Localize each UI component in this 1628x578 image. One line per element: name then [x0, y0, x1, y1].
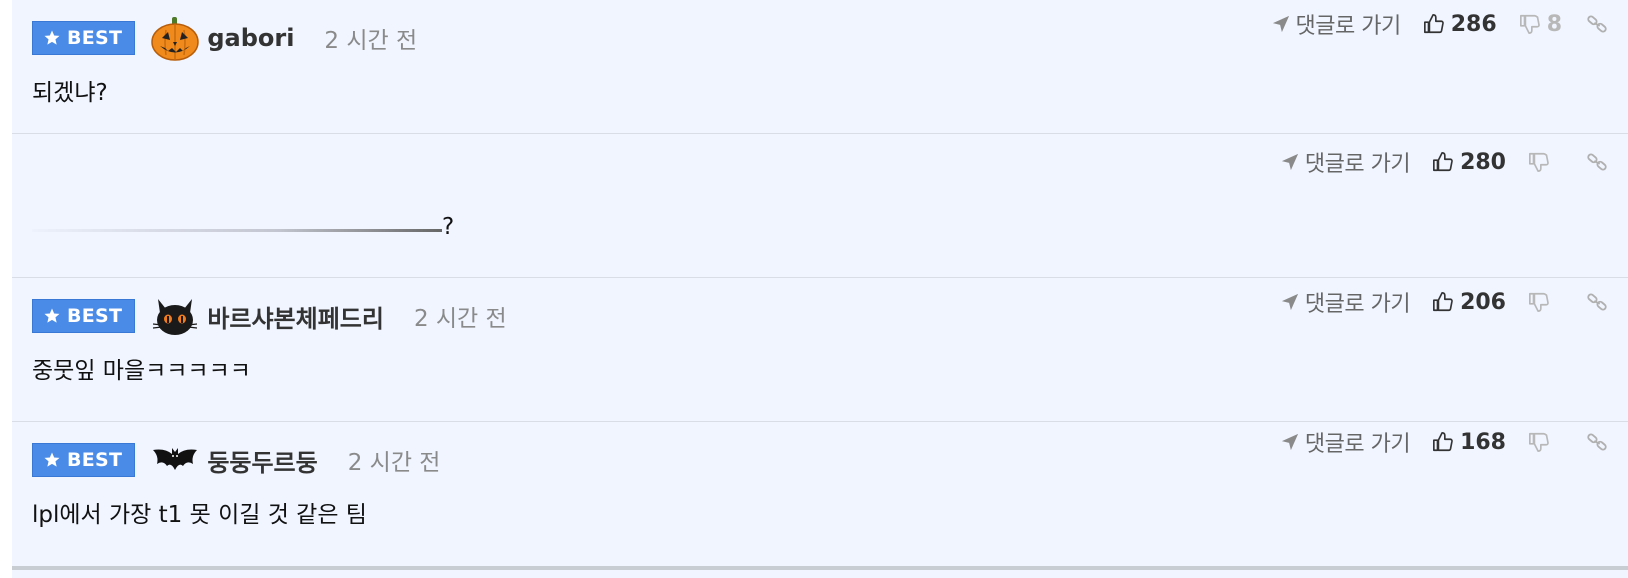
comment-item: BEST 바르샤본체페드리 2 시간 전 중뭇잎 마을ㅋㅋㅋㅋㅋ 댓글로 가기 …	[12, 278, 1628, 422]
copy-link-button[interactable]	[1586, 291, 1608, 313]
like-count: 286	[1450, 11, 1497, 37]
blurred-text	[32, 229, 442, 232]
goto-comment-label: 댓글로 가기	[1304, 432, 1411, 457]
link-icon	[1587, 433, 1607, 451]
comment-text-visible: ?	[442, 214, 455, 240]
like-button[interactable]: 168	[1432, 430, 1506, 455]
goto-comment-label: 댓글로 가기	[1304, 292, 1411, 317]
comment-actions: 댓글로 가기 206	[1281, 282, 1608, 322]
best-badge-label: BEST	[67, 305, 123, 327]
best-badge: BEST	[32, 299, 136, 333]
goto-comment-label: 댓글로 가기	[1304, 152, 1411, 177]
thumbs-up-icon	[1433, 432, 1453, 452]
thumbs-down-icon	[1529, 152, 1549, 172]
dislike-count: 8	[1546, 11, 1562, 37]
star-icon	[44, 308, 60, 323]
goto-comment-link[interactable]: 댓글로 가기	[1281, 286, 1411, 318]
best-badge: BEST	[32, 443, 136, 477]
send-arrow-icon	[1281, 433, 1298, 451]
send-arrow-icon	[1281, 293, 1298, 311]
dislike-button[interactable]	[1528, 431, 1562, 453]
black-cat-icon[interactable]	[149, 292, 201, 340]
comment-header: BEST 둥둥두르둥 2 시간 전	[32, 440, 440, 480]
best-badge-label: BEST	[67, 449, 123, 471]
goto-comment-label: 댓글로 가기	[1295, 14, 1402, 39]
thumbs-down-icon	[1529, 432, 1549, 452]
like-button[interactable]: 206	[1432, 290, 1506, 315]
link-icon	[1587, 15, 1607, 33]
comment-list: BEST gabori 2 시간 전 되겠냐? 댓글로 가기 286 8 ? 댓…	[12, 0, 1628, 578]
send-arrow-icon	[1272, 15, 1289, 33]
comment-item: BEST gabori 2 시간 전 되겠냐? 댓글로 가기 286 8	[12, 0, 1628, 134]
copy-link-button[interactable]	[1586, 13, 1608, 35]
send-arrow-icon	[1281, 153, 1298, 171]
comment-text: 중뭇잎 마을ㅋㅋㅋㅋㅋ	[32, 358, 251, 384]
list-bottom-border	[12, 566, 1628, 570]
like-button[interactable]: 286	[1423, 12, 1497, 37]
timestamp: 2 시간 전	[347, 450, 441, 476]
copy-link-button[interactable]	[1586, 151, 1608, 173]
best-badge: BEST	[32, 21, 136, 55]
bat-icon[interactable]	[149, 436, 201, 484]
like-button[interactable]: 280	[1432, 150, 1506, 175]
comment-actions: 댓글로 가기 168	[1281, 422, 1608, 462]
star-icon	[44, 30, 60, 45]
goto-comment-link[interactable]: 댓글로 가기	[1281, 426, 1411, 458]
timestamp: 2 시간 전	[324, 28, 418, 54]
like-count: 168	[1460, 429, 1506, 455]
comment-item: ? 댓글로 가기 280	[12, 134, 1628, 278]
thumbs-down-icon	[1529, 292, 1549, 312]
like-count: 206	[1460, 289, 1506, 315]
link-icon	[1587, 293, 1607, 311]
link-icon	[1587, 153, 1607, 171]
thumbs-down-icon	[1519, 14, 1540, 34]
goto-comment-link[interactable]: 댓글로 가기	[1281, 146, 1411, 178]
comment-text: ?	[32, 214, 454, 240]
dislike-button[interactable]	[1528, 151, 1562, 173]
comment-header: BEST gabori 2 시간 전	[32, 17, 418, 61]
nickname[interactable]: 둥둥두르둥	[207, 443, 317, 478]
copy-link-button[interactable]	[1586, 431, 1608, 453]
dislike-button[interactable]: 8	[1519, 12, 1562, 37]
nickname[interactable]: gabori	[207, 24, 294, 52]
star-icon	[44, 452, 60, 467]
comment-item: BEST 둥둥두르둥 2 시간 전 lpl에서 가장 t1 못 이길 것 같은 …	[12, 422, 1628, 566]
comment-text: lpl에서 가장 t1 못 이길 것 같은 팀	[32, 502, 367, 528]
thumbs-up-icon	[1423, 14, 1444, 34]
nickname[interactable]: 바르샤본체페드리	[207, 299, 384, 334]
comment-text: 되겠냐?	[32, 80, 108, 106]
like-count: 280	[1460, 149, 1506, 175]
comment-header: BEST 바르샤본체페드리 2 시간 전	[32, 296, 507, 336]
best-badge-label: BEST	[67, 27, 123, 49]
timestamp: 2 시간 전	[413, 306, 507, 332]
pumpkin-icon[interactable]	[149, 14, 201, 62]
thumbs-up-icon	[1433, 292, 1453, 312]
goto-comment-link[interactable]: 댓글로 가기	[1272, 8, 1401, 40]
dislike-button[interactable]	[1528, 291, 1562, 313]
thumbs-up-icon	[1433, 152, 1453, 172]
comment-actions: 댓글로 가기 280	[1281, 142, 1608, 182]
comment-actions: 댓글로 가기 286 8	[1272, 4, 1608, 44]
